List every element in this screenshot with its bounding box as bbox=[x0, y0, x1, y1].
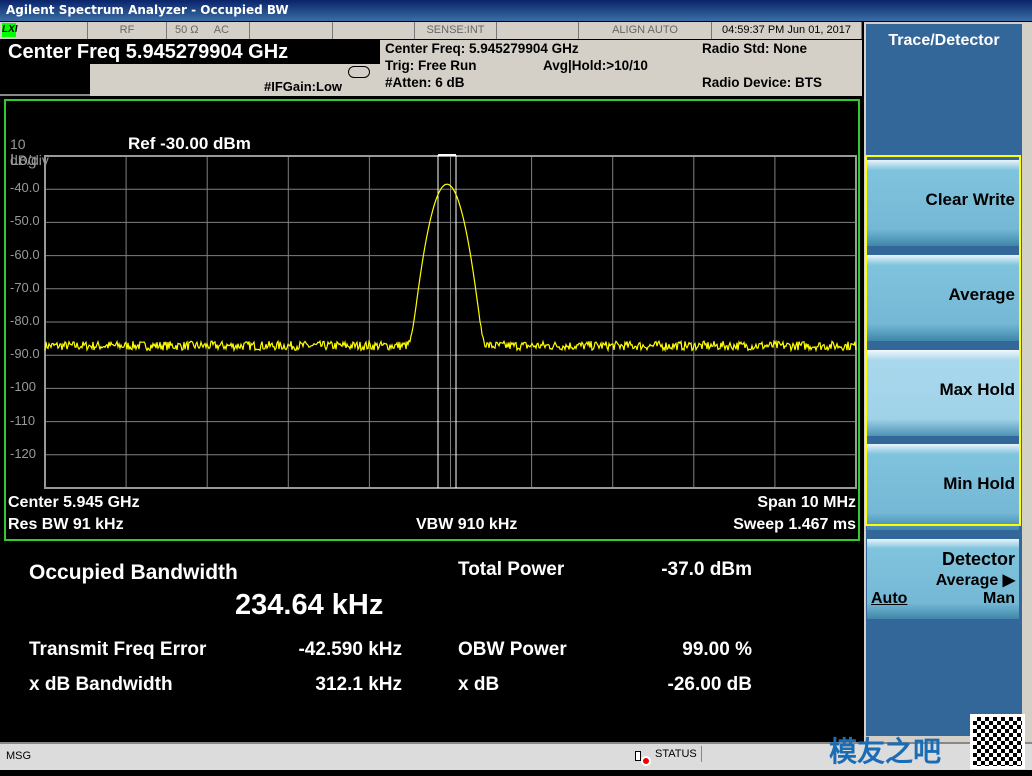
vbw-label: VBW 910 kHz bbox=[416, 516, 518, 533]
center-label: Center 5.945 GHz bbox=[8, 494, 140, 511]
xdb-label: x dB bbox=[458, 674, 500, 695]
total-power-label: Total Power bbox=[458, 559, 565, 580]
mute-icon[interactable] bbox=[634, 747, 652, 766]
detector-value: Average ▶ bbox=[935, 572, 1015, 589]
obw-power-label: OBW Power bbox=[458, 639, 567, 660]
sweep-label: Sweep 1.467 ms bbox=[733, 516, 856, 533]
obw-value: 234.64 kHz bbox=[235, 589, 384, 621]
watermark-logo: 模友之吧 bbox=[829, 736, 942, 767]
bottom-status-bar: MSG STATUS 模友之吧 bbox=[0, 714, 1032, 770]
detector-label: Detector bbox=[941, 549, 1015, 569]
status-label[interactable]: STATUS bbox=[655, 746, 702, 762]
obw-power-value: 99.00 % bbox=[682, 639, 752, 660]
softkey-menu-title: Trace/Detector bbox=[888, 32, 1000, 49]
detector-man: Man bbox=[983, 590, 1015, 607]
xdb-bw-value: 312.1 kHz bbox=[315, 674, 402, 695]
msg-label: MSG bbox=[6, 750, 32, 762]
measurement-panel: Occupied Bandwidth 234.64 kHz Total Powe… bbox=[4, 545, 860, 742]
xdb-bw-label: x dB Bandwidth bbox=[29, 674, 173, 695]
selected-softkey-group bbox=[865, 155, 1021, 526]
span-label: Span 10 MHz bbox=[757, 494, 856, 511]
detector-auto: Auto bbox=[871, 590, 908, 607]
xdb-value: -26.00 dB bbox=[667, 674, 752, 695]
obw-label: Occupied Bandwidth bbox=[29, 561, 238, 584]
tfe-label: Transmit Freq Error bbox=[29, 639, 207, 660]
total-power-value: -37.0 dBm bbox=[661, 559, 752, 580]
res-bw-label: Res BW 91 kHz bbox=[8, 516, 124, 533]
tfe-value: -42.590 kHz bbox=[298, 639, 402, 660]
detector-button[interactable]: Detector Average ▶ Auto Man bbox=[867, 539, 1019, 619]
qr-code-icon bbox=[970, 714, 1025, 769]
